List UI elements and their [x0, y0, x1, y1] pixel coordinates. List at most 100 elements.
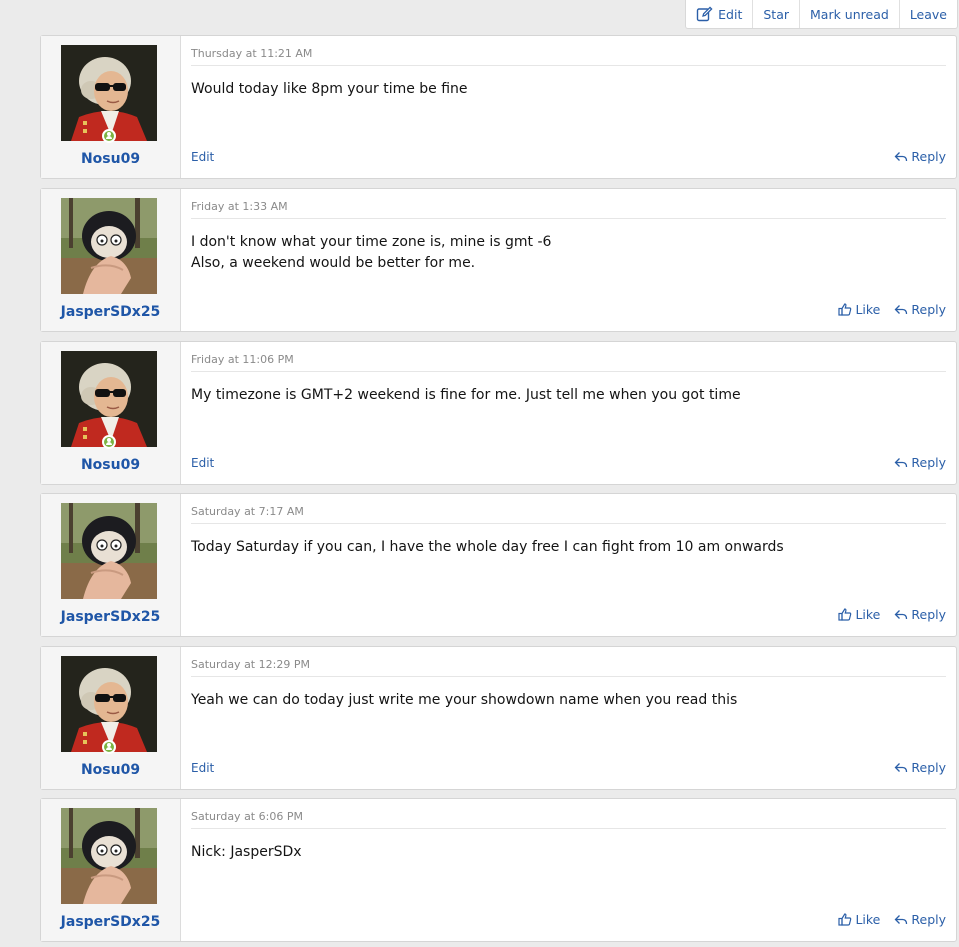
username[interactable]: Nosu09: [41, 457, 180, 473]
message-actions: Like Reply: [838, 912, 946, 927]
mozart-avatar-image: [61, 656, 157, 752]
message: JasperSDx25 Saturday at 7:17 AM Today Sa…: [40, 493, 957, 637]
message-actions: Reply: [894, 149, 946, 164]
mozart-avatar-image: [61, 45, 157, 141]
avatar[interactable]: [61, 808, 157, 904]
reply-button[interactable]: Reply: [894, 149, 946, 164]
message-actions: Reply: [894, 455, 946, 470]
message-text: Nick: JasperSDx: [191, 844, 302, 860]
star-button[interactable]: Star: [752, 0, 799, 28]
message-user-panel: Nosu09: [41, 36, 181, 178]
message-date[interactable]: Friday at 1:33 AM: [191, 200, 288, 213]
reply-icon: [894, 151, 908, 161]
message: JasperSDx25 Friday at 1:33 AM I don't kn…: [40, 188, 957, 332]
message-date[interactable]: Friday at 11:06 PM: [191, 353, 294, 366]
message-body: Would today like 8pm your time be fine: [191, 79, 468, 100]
mozart-avatar-image: [61, 351, 157, 447]
message-text: Today Saturday if you can, I have the wh…: [191, 539, 784, 555]
message-content: Saturday at 12:29 PM Yeah we can do toda…: [181, 647, 956, 789]
avatar[interactable]: [61, 503, 157, 599]
message-actions: Reply: [894, 760, 946, 775]
conversation-toolbar: Edit Star Mark unread Leave: [685, 0, 958, 29]
thumbs-up-icon: [838, 608, 852, 621]
mark-unread-label: Mark unread: [810, 6, 889, 22]
reply-icon: [894, 609, 908, 619]
like-label: Like: [855, 302, 881, 317]
divider: [191, 676, 946, 677]
message-actions: Like Reply: [838, 607, 946, 622]
edit-label: Edit: [718, 6, 743, 22]
thumbs-up-icon: [838, 913, 852, 926]
reply-button[interactable]: Reply: [894, 760, 946, 775]
reply-label: Reply: [911, 760, 946, 775]
reply-button[interactable]: Reply: [894, 607, 946, 622]
divider: [191, 371, 946, 372]
divider: [191, 828, 946, 829]
username[interactable]: Nosu09: [41, 762, 180, 778]
message-text: I don't know what your time zone is, min…: [191, 234, 552, 250]
message: Nosu09 Saturday at 12:29 PM Yeah we can …: [40, 646, 957, 790]
message-actions: Like Reply: [838, 302, 946, 317]
avatar[interactable]: [61, 351, 157, 447]
plush-avatar-image: [61, 503, 157, 599]
reply-icon: [894, 762, 908, 772]
message-user-panel: JasperSDx25: [41, 494, 181, 636]
reply-icon: [894, 304, 908, 314]
reply-label: Reply: [911, 302, 946, 317]
message-text: Also, a weekend would be better for me.: [191, 255, 476, 271]
message-date[interactable]: Thursday at 11:21 AM: [191, 47, 312, 60]
reply-button[interactable]: Reply: [894, 302, 946, 317]
message-body: Yeah we can do today just write me your …: [191, 690, 737, 711]
reply-icon: [894, 457, 908, 467]
message-user-panel: JasperSDx25: [41, 189, 181, 331]
message-text: My timezone is GMT+2 weekend is fine for…: [191, 387, 741, 403]
avatar[interactable]: [61, 45, 157, 141]
online-status-icon: [102, 129, 116, 143]
edit-message-link[interactable]: Edit: [191, 761, 214, 775]
like-button[interactable]: Like: [838, 912, 880, 927]
message-content: Thursday at 11:21 AM Would today like 8p…: [181, 36, 956, 178]
message-content: Saturday at 7:17 AM Today Saturday if yo…: [181, 494, 956, 636]
message: JasperSDx25 Saturday at 6:06 PM Nick: Ja…: [40, 798, 957, 942]
online-status-icon: [102, 740, 116, 754]
message-body: My timezone is GMT+2 weekend is fine for…: [191, 385, 741, 406]
star-label: Star: [763, 6, 790, 22]
mark-unread-button[interactable]: Mark unread: [799, 0, 899, 28]
like-button[interactable]: Like: [838, 607, 880, 622]
message: Nosu09 Friday at 11:06 PM My timezone is…: [40, 341, 957, 485]
username[interactable]: JasperSDx25: [41, 914, 180, 930]
like-button[interactable]: Like: [838, 302, 880, 317]
message-date[interactable]: Saturday at 7:17 AM: [191, 505, 304, 518]
message-content: Saturday at 6:06 PM Nick: JasperSDx Like…: [181, 799, 956, 941]
message-date[interactable]: Saturday at 12:29 PM: [191, 658, 310, 671]
message-user-panel: Nosu09: [41, 342, 181, 484]
online-status-icon: [102, 435, 116, 449]
message-user-panel: Nosu09: [41, 647, 181, 789]
username[interactable]: Nosu09: [41, 151, 180, 167]
edit-icon: [696, 6, 713, 22]
message-date[interactable]: Saturday at 6:06 PM: [191, 810, 303, 823]
message-text: Would today like 8pm your time be fine: [191, 81, 468, 97]
plush-avatar-image: [61, 808, 157, 904]
leave-label: Leave: [909, 6, 947, 22]
edit-conversation-button[interactable]: Edit: [686, 0, 752, 28]
reply-label: Reply: [911, 149, 946, 164]
username[interactable]: JasperSDx25: [41, 609, 180, 625]
message-text: Yeah we can do today just write me your …: [191, 692, 738, 708]
reply-button[interactable]: Reply: [894, 455, 946, 470]
username[interactable]: JasperSDx25: [41, 304, 180, 320]
message-body: Today Saturday if you can, I have the wh…: [191, 537, 784, 558]
avatar[interactable]: [61, 198, 157, 294]
message: Nosu09 Thursday at 11:21 AM Would today …: [40, 35, 957, 179]
plush-avatar-image: [61, 198, 157, 294]
like-label: Like: [855, 607, 881, 622]
edit-message-link[interactable]: Edit: [191, 150, 214, 164]
thumbs-up-icon: [838, 303, 852, 316]
edit-message-link[interactable]: Edit: [191, 456, 214, 470]
reply-button[interactable]: Reply: [894, 912, 946, 927]
divider: [191, 523, 946, 524]
avatar[interactable]: [61, 656, 157, 752]
leave-button[interactable]: Leave: [898, 0, 957, 28]
divider: [191, 65, 946, 66]
reply-label: Reply: [911, 912, 946, 927]
